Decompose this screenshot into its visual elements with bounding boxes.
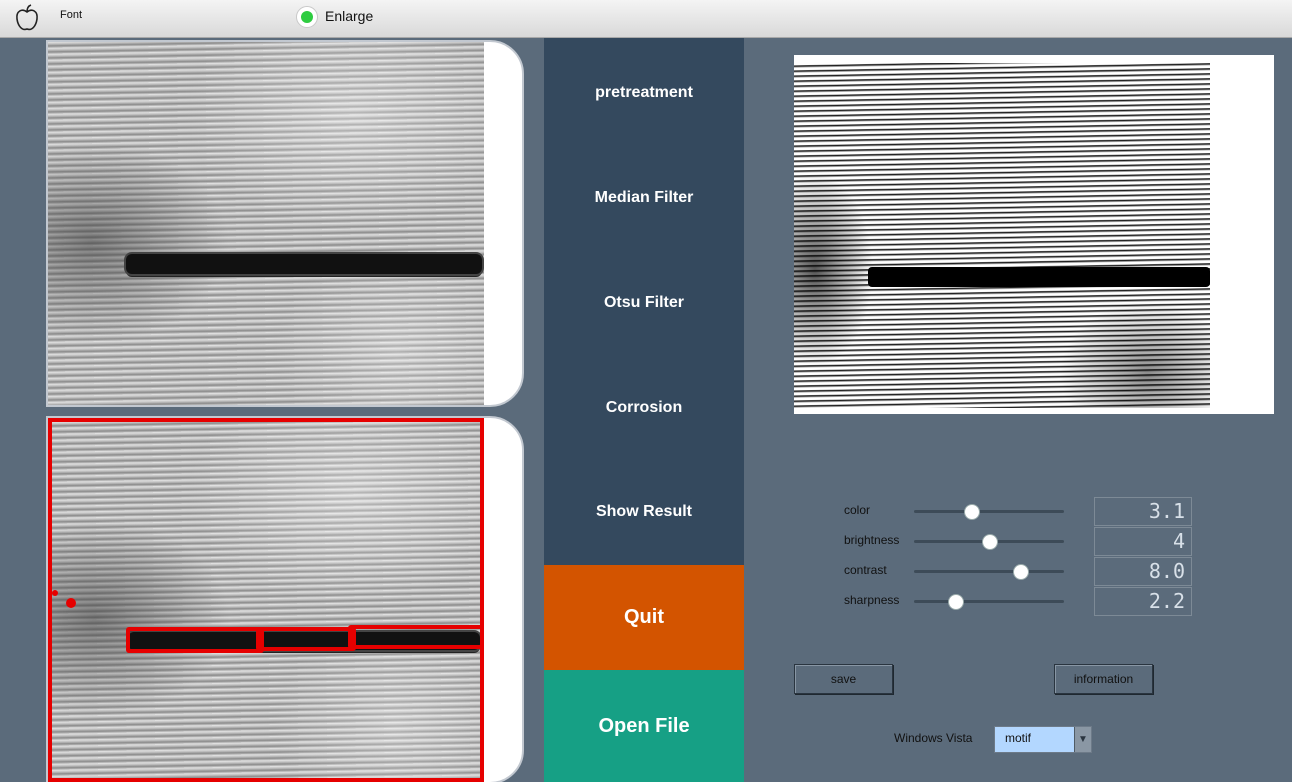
- enlarge-label[interactable]: Enlarge: [325, 8, 373, 24]
- brightness-label: brightness: [844, 533, 900, 547]
- defect-contour: [348, 625, 484, 649]
- defect-contour: [256, 627, 356, 651]
- font-menu[interactable]: Font: [60, 9, 82, 21]
- contrast-lcd: 8.0: [1094, 557, 1192, 586]
- sharpness-slider-row: sharpness 2.2: [844, 587, 1194, 616]
- brightness-lcd: 4: [1094, 527, 1192, 556]
- style-label: Windows Vista: [894, 731, 973, 745]
- detected-fabric-image: [48, 418, 484, 782]
- contrast-label: contrast: [844, 563, 887, 577]
- original-fabric-image: [48, 42, 484, 405]
- sharpness-label: sharpness: [844, 593, 900, 607]
- fabric-defect: [868, 267, 1210, 287]
- sharpness-lcd: 2.2: [1094, 587, 1192, 616]
- detection-image-panel: [46, 416, 524, 782]
- enlarge-indicator-icon[interactable]: [296, 6, 318, 28]
- original-image-panel: [46, 40, 524, 407]
- processing-menu: pretreatment Median Filter Otsu Filter C…: [544, 38, 744, 782]
- dropdown-arrow-icon[interactable]: ▼: [1074, 727, 1091, 752]
- contrast-slider[interactable]: [914, 570, 1064, 573]
- color-slider-thumb[interactable]: [964, 504, 980, 520]
- otsu-filter-button[interactable]: Otsu Filter: [544, 248, 744, 358]
- quit-button[interactable]: Quit: [544, 565, 744, 670]
- apple-icon[interactable]: [12, 3, 42, 33]
- color-slider-row: color 3.1: [844, 497, 1194, 526]
- fabric-defect: [126, 254, 482, 274]
- style-dropdown-value: motif: [1005, 731, 1032, 745]
- corrosion-button[interactable]: Corrosion: [544, 358, 744, 458]
- contrast-slider-thumb[interactable]: [1013, 564, 1029, 580]
- show-result-button[interactable]: Show Result: [544, 458, 744, 565]
- sharpness-slider[interactable]: [914, 600, 1064, 603]
- defect-spot: [52, 590, 58, 596]
- contrast-slider-row: contrast 8.0: [844, 557, 1194, 586]
- color-lcd: 3.1: [1094, 497, 1192, 526]
- toolbar: Font Enlarge: [0, 0, 1292, 38]
- save-button[interactable]: save: [794, 664, 893, 694]
- color-slider[interactable]: [914, 510, 1064, 513]
- brightness-slider-row: brightness 4: [844, 527, 1194, 556]
- defect-spot: [66, 598, 76, 608]
- color-label: color: [844, 503, 871, 517]
- binary-result-panel: [794, 55, 1274, 414]
- pretreatment-button[interactable]: pretreatment: [544, 38, 744, 148]
- binary-fabric-image: [794, 63, 1210, 408]
- information-button[interactable]: information: [1054, 664, 1153, 694]
- median-filter-button[interactable]: Median Filter: [544, 148, 744, 248]
- style-dropdown[interactable]: motif ▼: [994, 726, 1092, 753]
- open-file-button[interactable]: Open File: [544, 670, 744, 782]
- defect-contour: [126, 627, 264, 653]
- sharpness-slider-thumb[interactable]: [948, 594, 964, 610]
- brightness-slider-thumb[interactable]: [982, 534, 998, 550]
